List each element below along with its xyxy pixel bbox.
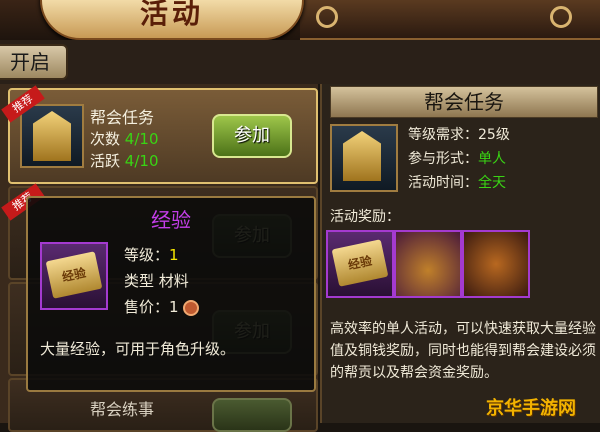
price-value: 1: [169, 298, 179, 316]
banner-ornament: [300, 0, 600, 40]
tab-open[interactable]: 开启: [0, 44, 68, 80]
active-label: 活跃: [90, 152, 121, 170]
active-value: 4/10: [124, 152, 159, 170]
detail-description: 高效率的单人活动，可以快速获取大量经验值及铜钱奖励，同时也能得到帮会建设必须的帮…: [330, 321, 596, 381]
join-button[interactable]: [212, 398, 292, 432]
tab-bar: [0, 40, 600, 84]
card-title: 帮会任务: [90, 108, 155, 127]
level-value: 1: [169, 246, 179, 264]
time-label: 活动时间：: [408, 175, 478, 191]
tooltip-description: 大量经验，可用于角色升级。: [40, 340, 236, 358]
guild-token-icon: [330, 124, 398, 192]
site-watermark: 京华手游网: [486, 398, 576, 419]
reward-treasure-chest-icon[interactable]: [394, 230, 462, 298]
guild-token-icon: [20, 104, 84, 168]
level-label: 等级：: [124, 246, 170, 264]
reward-exp-book-icon[interactable]: 经验: [326, 230, 394, 298]
card-title: 帮会练事: [90, 400, 155, 419]
time-value: 全天: [478, 175, 506, 191]
count-label: 次数: [90, 130, 121, 148]
reward-label: 活动奖励：: [330, 209, 400, 225]
tooltip-title: 经验: [151, 208, 191, 232]
item-tooltip: 经验 经验 等级：1 类型 材料 售价：1 大量经验，可用于角色升级。: [26, 196, 316, 392]
count-value: 4/10: [124, 130, 159, 148]
ornament-ring-icon: [550, 6, 572, 28]
reward-gold-bars-icon[interactable]: [462, 230, 530, 298]
ornament-ring-icon: [316, 6, 338, 28]
form-value: 单人: [478, 151, 506, 167]
level-requirement: 等级需求：25级: [408, 127, 510, 143]
join-button[interactable]: 参加: [212, 114, 292, 158]
exp-book-icon: 经验: [40, 242, 108, 310]
page-title: 活动: [139, 0, 204, 30]
activity-card-guild-task[interactable]: 帮会任务 次数 4/10 活跃 4/10 参加: [8, 88, 318, 184]
type-value: 材料: [158, 272, 189, 290]
form-label: 参与形式：: [408, 151, 478, 167]
title-plate: 活动: [40, 0, 304, 40]
type-label: 类型: [124, 272, 155, 290]
detail-title: 帮会任务: [330, 86, 598, 118]
copper-coin-icon: [183, 299, 200, 316]
price-label: 售价：: [124, 298, 170, 316]
